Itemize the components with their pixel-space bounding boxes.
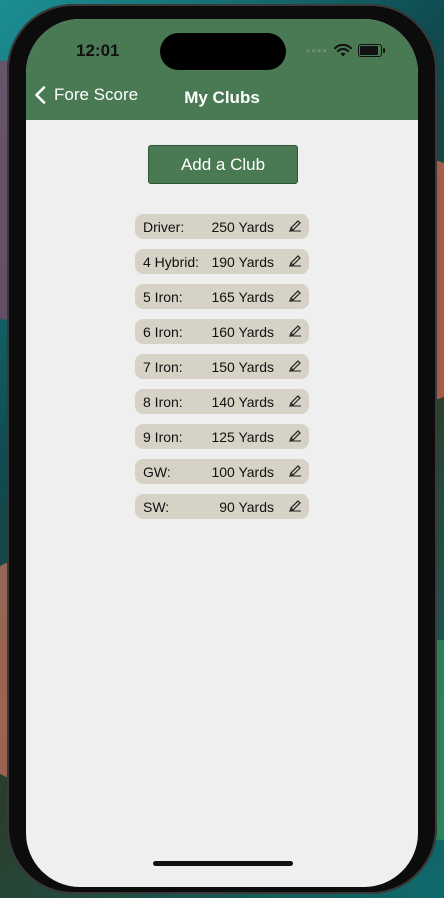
club-list: Driver: 250 Yards 4 Hybrid: 190 Yards 5 …: [135, 214, 309, 529]
wifi-icon: [334, 44, 352, 57]
club-distance: 190 Yards: [211, 253, 274, 270]
pencil-icon[interactable]: [288, 219, 302, 233]
club-name: 7 Iron:: [143, 358, 183, 375]
club-distance: 160 Yards: [211, 323, 274, 340]
battery-icon: [358, 44, 385, 57]
club-distance: 100 Yards: [211, 463, 274, 480]
club-row-7-iron[interactable]: 7 Iron: 150 Yards: [135, 354, 309, 379]
status-time: 12:01: [76, 41, 120, 60]
club-row-8-iron[interactable]: 8 Iron: 140 Yards: [135, 389, 309, 414]
club-name: 4 Hybrid:: [143, 253, 200, 270]
pencil-icon[interactable]: [288, 324, 302, 338]
pencil-icon[interactable]: [288, 464, 302, 478]
club-distance: 250 Yards: [211, 218, 274, 235]
pencil-icon[interactable]: [288, 289, 302, 303]
dynamic-island: [160, 33, 286, 70]
club-row-gw[interactable]: GW: 100 Yards: [135, 459, 309, 484]
club-row-9-iron[interactable]: 9 Iron: 125 Yards: [135, 424, 309, 449]
club-row-5-iron[interactable]: 5 Iron: 165 Yards: [135, 284, 309, 309]
header-bar: 12:01 •••• Fore Score My Clubs: [26, 19, 418, 120]
club-distance: 165 Yards: [211, 288, 274, 305]
club-row-sw[interactable]: SW: 90 Yards: [135, 494, 309, 519]
club-name: SW:: [143, 498, 170, 515]
club-distance: 140 Yards: [211, 393, 274, 410]
club-row-4-hybrid[interactable]: 4 Hybrid: 190 Yards: [135, 249, 309, 274]
club-name: GW:: [143, 463, 171, 480]
add-club-button[interactable]: Add a Club: [148, 145, 298, 184]
navigation-bar: Fore Score My Clubs: [26, 85, 418, 113]
club-distance: 90 Yards: [219, 498, 274, 515]
status-icons: ••••: [305, 43, 385, 58]
club-distance: 125 Yards: [211, 428, 274, 445]
pencil-icon[interactable]: [288, 359, 302, 373]
club-name: Driver:: [143, 218, 185, 235]
club-name: 8 Iron:: [143, 393, 183, 410]
club-distance: 150 Yards: [211, 358, 274, 375]
signal-icon: ••••: [305, 43, 328, 58]
pencil-icon[interactable]: [288, 429, 302, 443]
pencil-icon[interactable]: [288, 394, 302, 408]
club-name: 9 Iron:: [143, 428, 183, 445]
page-title: My Clubs: [184, 88, 260, 107]
club-name: 5 Iron:: [143, 288, 183, 305]
pencil-icon[interactable]: [288, 254, 302, 268]
club-row-driver[interactable]: Driver: 250 Yards: [135, 214, 309, 239]
home-indicator[interactable]: [153, 861, 293, 866]
club-row-6-iron[interactable]: 6 Iron: 160 Yards: [135, 319, 309, 344]
club-name: 6 Iron:: [143, 323, 183, 340]
app-screen: 12:01 •••• Fore Score My Clubs Add a Clu…: [26, 19, 418, 887]
pencil-icon[interactable]: [288, 499, 302, 513]
